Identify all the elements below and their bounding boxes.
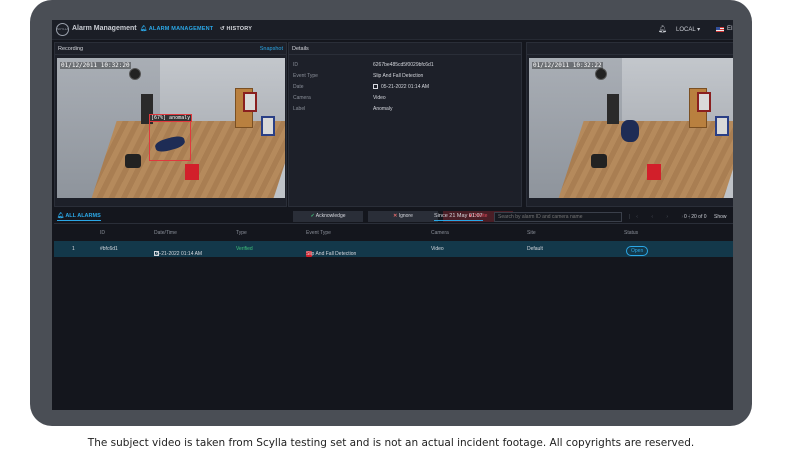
live-camera-panel: 01/12/2011 10:32:22 [526,42,733,207]
tab-all-alarms[interactable]: 🔔︎ ALL ALARMS [57,213,101,221]
live-timestamp: 01/12/2011 10:32:22 [532,62,603,69]
app-title: Alarm Management [72,25,137,32]
row-site: Default [527,246,543,252]
since-filter[interactable]: Since 21 May 01:07 [434,213,483,221]
us-flag-icon[interactable] [716,27,724,32]
calendar-icon [373,84,378,89]
col-site[interactable]: Site [527,230,536,236]
details-header: Details [289,43,521,55]
pagination-count: 0 - 20 of 0 [684,214,707,220]
alarm-search-input[interactable] [494,212,622,222]
recording-timestamp: 01/12/2011 10:32:20 [60,62,131,69]
col-datetime[interactable]: Date/Time [154,230,177,236]
tab-all-alarms-label: ALL ALARMS [65,213,101,219]
alarms-table-header: ID Date/Time Type Event Type Camera Site… [54,228,733,238]
detail-key-camera: Camera [293,95,311,101]
status-badge[interactable]: Open [626,246,649,256]
timezone-label: LOCAL [676,27,696,33]
row-number: 1 [72,246,75,252]
top-bar: SCYLLA Alarm Management 🔔︎ ALARM MANAGEM… [52,20,733,40]
row-date-text: 05-21-2022 01:14 AM [154,251,203,257]
recording-video[interactable]: [67%] anomaly 01/12/2011 10:32:20 [57,58,285,198]
snapshot-link[interactable]: Snapshot [260,46,283,52]
app-screen: SCYLLA Alarm Management 🔔︎ ALARM MANAGEM… [52,20,733,410]
detail-value-label: Anomaly [373,106,393,112]
language-select[interactable]: EI [727,26,733,32]
recording-title: Recording [58,46,84,52]
detection-box [149,121,191,161]
col-camera[interactable]: Camera [431,230,449,236]
notification-bell-icon[interactable]: 🔔︎ [658,25,667,33]
col-status[interactable]: Status [624,230,638,236]
row-id: #bfc6d1 [100,246,118,252]
detail-value-date: 05-21-2022 01:14 AM [373,84,429,90]
detail-key-event-type: Event Type [293,73,318,79]
recording-panel: Recording Snapshot [67%] anomaly 01/12/2… [54,42,287,207]
col-id[interactable]: ID [100,230,105,236]
bell-tab-icon: 🔔︎ [57,213,64,219]
detail-key-date: Date [293,84,304,90]
col-type[interactable]: Type [236,230,247,236]
detail-value-camera: Video [373,95,386,101]
row-event-text: Slip And Fall Detection [306,251,357,257]
row-type: Verified [236,246,253,252]
detail-value-event-type: Slip And Fall Detection [373,73,424,79]
logo-text: SCYLLA [57,27,69,31]
footage-caption: The subject video is taken from Scylla t… [87,437,695,449]
live-header [527,43,733,55]
detail-key-label: Label [293,106,306,112]
col-event-type[interactable]: Event Type [306,230,331,236]
nav-alarm-management-label: ALARM MANAGEMENT [148,26,214,32]
details-panel: Details ID 6267be485cd5f0029bfc6d1 Event… [288,42,522,222]
live-video[interactable]: 01/12/2011 10:32:22 [529,58,733,198]
nav-alarm-management[interactable]: 🔔︎ ALARM MANAGEMENT [140,26,213,32]
scylla-logo-icon: SCYLLA [56,23,69,36]
history-icon: ↺ [220,26,225,32]
alarms-toolbar: 🔔︎ ALL ALARMS Since 21 May 01:07 |‹ ‹ › … [54,210,733,224]
detection-label: [67%] anomaly [149,114,193,122]
detail-date-text: 05-21-2022 01:14 AM [381,84,430,90]
row-camera: Video [431,246,444,252]
nav-history[interactable]: ↺ HISTORY [220,26,252,32]
nav-history-label: HISTORY [226,26,253,32]
show-select[interactable]: Show [714,214,727,220]
detail-key-id: ID [293,62,298,68]
bell-small-icon: 🔔︎ [140,26,148,32]
details-title: Details [292,46,309,52]
recording-header: Recording Snapshot [55,43,286,55]
detail-value-id: 6267be485cd5f0029bfc6d1 [373,62,434,68]
timezone-select[interactable]: LOCAL ▾ [676,26,700,33]
table-row[interactable]: 1 #bfc6d1 05-21-2022 01:14 AM Verified S… [54,241,733,257]
